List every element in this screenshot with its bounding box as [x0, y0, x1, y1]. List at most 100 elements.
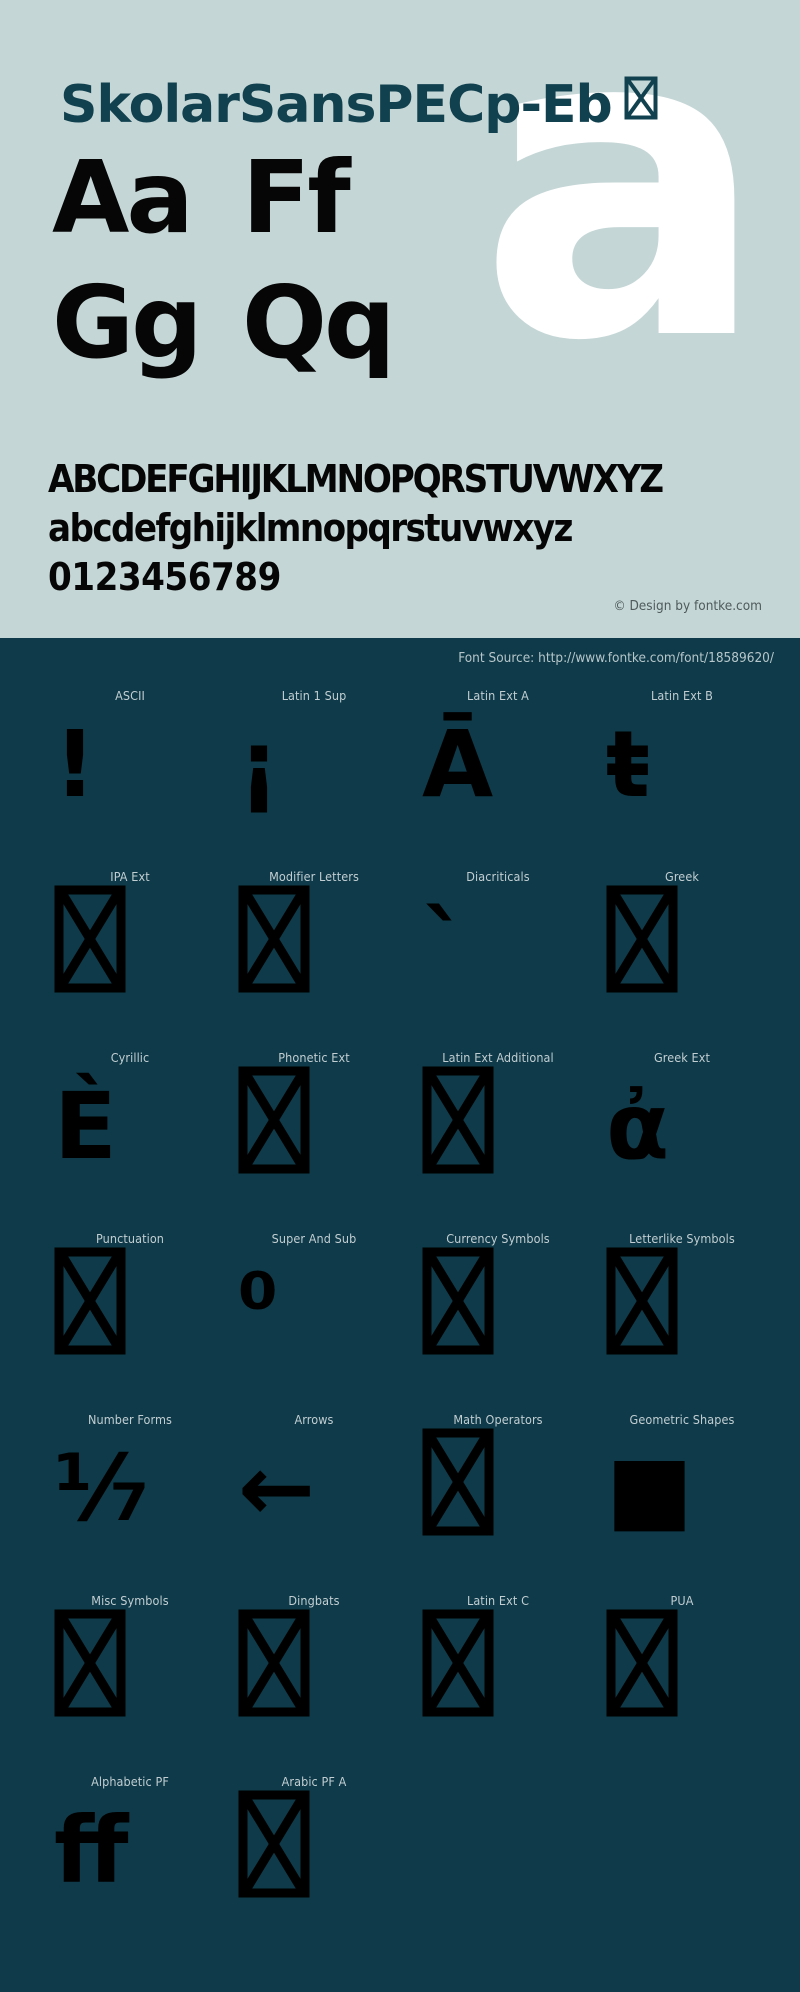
unicode-block-cell-alphabetic-pf[interactable]: Alphabetic PF ﬀ	[38, 1774, 222, 1955]
missing-glyph-icon	[406, 1609, 526, 1749]
unicode-block-cell-number-forms[interactable]: Number Forms ⅐	[38, 1412, 222, 1593]
unicode-block-label: PUA	[670, 1593, 694, 1608]
unicode-block-cell-ascii[interactable]: ASCII!	[38, 688, 222, 869]
unicode-block-cell-arrows[interactable]: Arrows ←	[222, 1412, 406, 1593]
design-credit: © Design by fontke.com	[613, 598, 762, 614]
unicode-block-label: Math Operators	[453, 1412, 543, 1427]
unicode-block-label: Diacriticals	[466, 869, 530, 884]
unicode-block-cell-arabic-pf-a[interactable]: Arabic PF A	[222, 1774, 406, 1955]
unicode-block-sample-glyph: ■	[606, 1435, 693, 1542]
unicode-block-sample-glyph: Ѐ	[54, 1073, 117, 1180]
page-title: SkolarSansPECp-Eb	[60, 73, 658, 135]
letter-pair-cell: Gg	[52, 264, 203, 381]
missing-glyph-icon	[222, 885, 342, 1025]
unicode-block-cell-greek-ext[interactable]: Greek Ext ἀ	[590, 1050, 774, 1231]
missing-glyph-icon	[222, 1790, 342, 1930]
missing-glyph-icon	[590, 1247, 710, 1387]
missing-glyph-icon	[590, 885, 710, 1025]
unicode-block-cell-latin-ext-c[interactable]: Latin Ext C	[406, 1593, 590, 1774]
alphabet-uppercase: ABCDEFGHIJKLMNOPQRSTUVWXYZ	[48, 457, 664, 501]
unicode-block-cell-pua[interactable]: PUA	[590, 1593, 774, 1774]
missing-glyph-icon	[38, 1247, 158, 1387]
unicode-block-cell-misc-symbols[interactable]: Misc Symbols	[38, 1593, 222, 1774]
unicode-block-sample-glyph: ←	[238, 1435, 316, 1542]
unicode-block-cell-latin-1-sup[interactable]: Latin 1 Sup ¡	[222, 688, 406, 869]
unicode-block-cell-punctuation[interactable]: Punctuation	[38, 1231, 222, 1412]
unicode-block-label: Cyrillic	[110, 1050, 150, 1065]
unicode-block-label: ASCII	[115, 688, 145, 703]
unicode-block-row: Alphabetic PF ﬀ Arabic PF A	[0, 1774, 800, 1955]
unicode-block-sample-glyph: Ā	[422, 711, 494, 818]
letter-pair-cell: Aa	[52, 139, 194, 256]
unicode-block-row: ASCII! Latin 1 Sup ¡ Latin Ext A Ā Latin Ext …	[0, 688, 800, 869]
unicode-block-label: Greek Ext	[653, 1050, 711, 1065]
unicode-block-sample-glyph: ¡	[238, 711, 280, 818]
unicode-block-cell-math-operators[interactable]: Math Operators	[406, 1412, 590, 1593]
unicode-block-cell-greek[interactable]: Greek	[590, 869, 774, 1050]
letter-pair-row: Gg Qq	[52, 267, 452, 392]
unicode-block-cell-latin-ext-additional[interactable]: Latin Ext Additional	[406, 1050, 590, 1231]
unicode-block-label: Letterlike Symbols	[629, 1231, 735, 1246]
alphabet-block: ABCDEFGHIJKLMNOPQRSTUVWXYZ abcdefghijklm…	[48, 455, 768, 602]
unicode-block-sample-glyph: ﬀ	[54, 1797, 129, 1904]
unicode-block-label: Number Forms	[87, 1412, 173, 1427]
alphabet-lowercase: abcdefghijklmnopqrstuvwxyz	[48, 506, 573, 550]
unicode-block-cell-empty	[406, 1774, 590, 1955]
unicode-block-label: Alphabetic PF	[91, 1774, 169, 1789]
unicode-block-sample-glyph: !	[54, 711, 96, 818]
unicode-block-cell-latin-ext-b[interactable]: Latin Ext Bŧ	[590, 688, 774, 869]
missing-glyph-icon	[222, 1609, 342, 1749]
font-name-text: SkolarSansPECp-Eb	[60, 74, 613, 135]
unicode-block-label: Misc Symbols	[91, 1593, 169, 1608]
missing-glyph-icon	[590, 1609, 710, 1749]
unicode-block-row: Cyrillic Ѐ Phonetic Ext Latin Ext Addition…	[0, 1050, 800, 1231]
unicode-block-cell-dingbats[interactable]: Dingbats	[222, 1593, 406, 1774]
unicode-block-sample-glyph: ⅐	[54, 1435, 150, 1542]
unicode-block-label: Greek	[665, 869, 699, 884]
unicode-block-cell-empty	[590, 1774, 774, 1955]
watermark-letter: a	[478, 0, 768, 435]
letter-pair-cell: Ff	[242, 139, 351, 256]
unicode-block-cell-cyrillic[interactable]: Cyrillic Ѐ	[38, 1050, 222, 1231]
unicode-block-cell-latin-ext-a[interactable]: Latin Ext A Ā	[406, 688, 590, 869]
missing-glyph-icon	[406, 1428, 526, 1568]
unicode-block-label: Modifier Letters	[269, 869, 359, 884]
unicode-block-sample-glyph	[406, 1790, 526, 1930]
unicode-block-label: IPA Ext	[110, 869, 150, 884]
unicode-block-cell-phonetic-ext[interactable]: Phonetic Ext	[222, 1050, 406, 1231]
unicode-block-cell-ipa-ext[interactable]: IPA Ext	[38, 869, 222, 1050]
unicode-block-label: Latin Ext A	[467, 688, 529, 703]
missing-glyph-icon	[406, 1066, 526, 1206]
unicode-block-grid: ASCII! Latin 1 Sup ¡ Latin Ext A Ā Latin Ext …	[0, 688, 800, 1955]
glyph-map-panel: Font Source: http://www.fontke.com/font/…	[0, 638, 800, 1992]
specimen-panel: a SkolarSansPECp-Eb Aa Ff Gg Qq ABCDEFGH…	[0, 0, 800, 638]
unicode-block-label: Latin 1 Sup	[281, 688, 347, 703]
letter-pair-grid: Aa Ff Gg Qq	[52, 142, 452, 392]
font-source-link[interactable]: Font Source: http://www.fontke.com/font/…	[458, 650, 774, 666]
unicode-block-cell-geometric-shapes[interactable]: Geometric Shapes ■	[590, 1412, 774, 1593]
unicode-block-cell-modifier-letters[interactable]: Modifier Letters	[222, 869, 406, 1050]
unicode-block-label: Latin Ext B	[651, 688, 713, 703]
alphabet-digits: 0123456789	[48, 555, 281, 599]
unicode-block-label: Punctuation	[95, 1231, 165, 1246]
unicode-block-cell-currency-symbols[interactable]: Currency Symbols	[406, 1231, 590, 1412]
unicode-block-label: Phonetic Ext	[278, 1050, 350, 1065]
unicode-block-sample-glyph	[590, 1790, 710, 1930]
unicode-block-label: Latin Ext C	[466, 1593, 530, 1608]
unicode-block-row: Misc Symbols Dingbats Latin Ext C PUA	[0, 1593, 800, 1774]
unicode-block-row: Punctuation Super And Sub ⁰ Currency Symbo…	[0, 1231, 800, 1412]
unicode-block-cell-letterlike-symbols[interactable]: Letterlike Symbols	[590, 1231, 774, 1412]
unicode-block-label: Geometric Shapes	[629, 1412, 735, 1427]
missing-glyph-icon	[406, 1247, 526, 1387]
unicode-block-cell-super-and-sub[interactable]: Super And Sub ⁰	[222, 1231, 406, 1412]
unicode-block-row: Number Forms ⅐ Arrows ← Math Operators Geome…	[0, 1412, 800, 1593]
unicode-block-label: Arrows	[294, 1412, 334, 1427]
unicode-block-sample-glyph: ⁰	[238, 1254, 279, 1361]
missing-glyph-icon	[624, 73, 658, 133]
unicode-block-label: Dingbats	[288, 1593, 340, 1608]
unicode-block-label: Arabic PF A	[281, 1774, 347, 1789]
unicode-block-cell-diacriticals[interactable]: Diacriticals ˋ	[406, 869, 590, 1050]
unicode-block-row: IPA Ext Modifier Letters Diacriticals ˋ Gr…	[0, 869, 800, 1050]
unicode-block-sample-glyph: ἀ	[606, 1073, 670, 1180]
unicode-block-label: Currency Symbols	[446, 1231, 550, 1246]
